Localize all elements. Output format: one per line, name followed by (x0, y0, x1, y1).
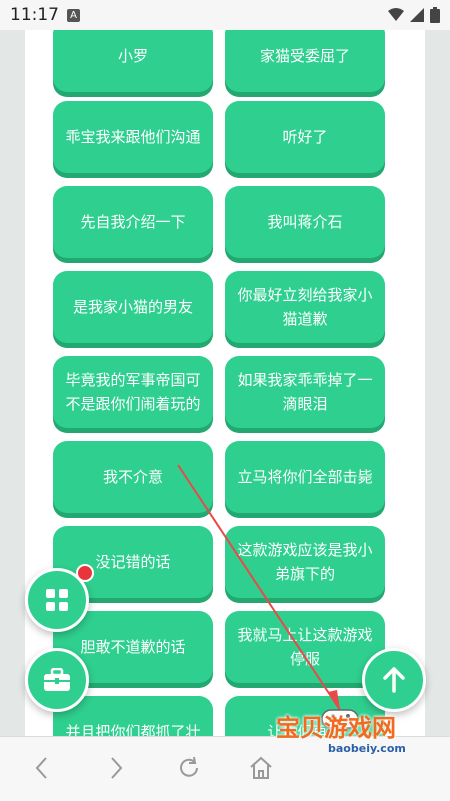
back-icon[interactable] (32, 755, 52, 781)
arrow-up-icon (383, 667, 405, 693)
watermark-url: baobeiy.com (328, 742, 406, 755)
status-time: 11:17 (10, 5, 59, 25)
notification-dot (76, 564, 94, 582)
toolbox-button[interactable] (25, 648, 89, 712)
status-icons (388, 7, 440, 23)
watermark-logo: 宝贝游戏网 baobeiy.com (272, 702, 450, 762)
forward-icon[interactable] (106, 755, 126, 781)
battery-icon (430, 7, 440, 23)
refresh-icon[interactable] (176, 755, 202, 781)
wifi-icon (388, 8, 404, 21)
toolbox-icon (44, 668, 70, 691)
grid-icon (46, 589, 68, 611)
home-icon[interactable] (248, 755, 274, 781)
status-bar: 11:17 A (0, 0, 450, 30)
signal-icon (410, 8, 424, 22)
notification-badge: A (67, 9, 80, 22)
watermark-title: 宝贝游戏网 (276, 714, 396, 742)
